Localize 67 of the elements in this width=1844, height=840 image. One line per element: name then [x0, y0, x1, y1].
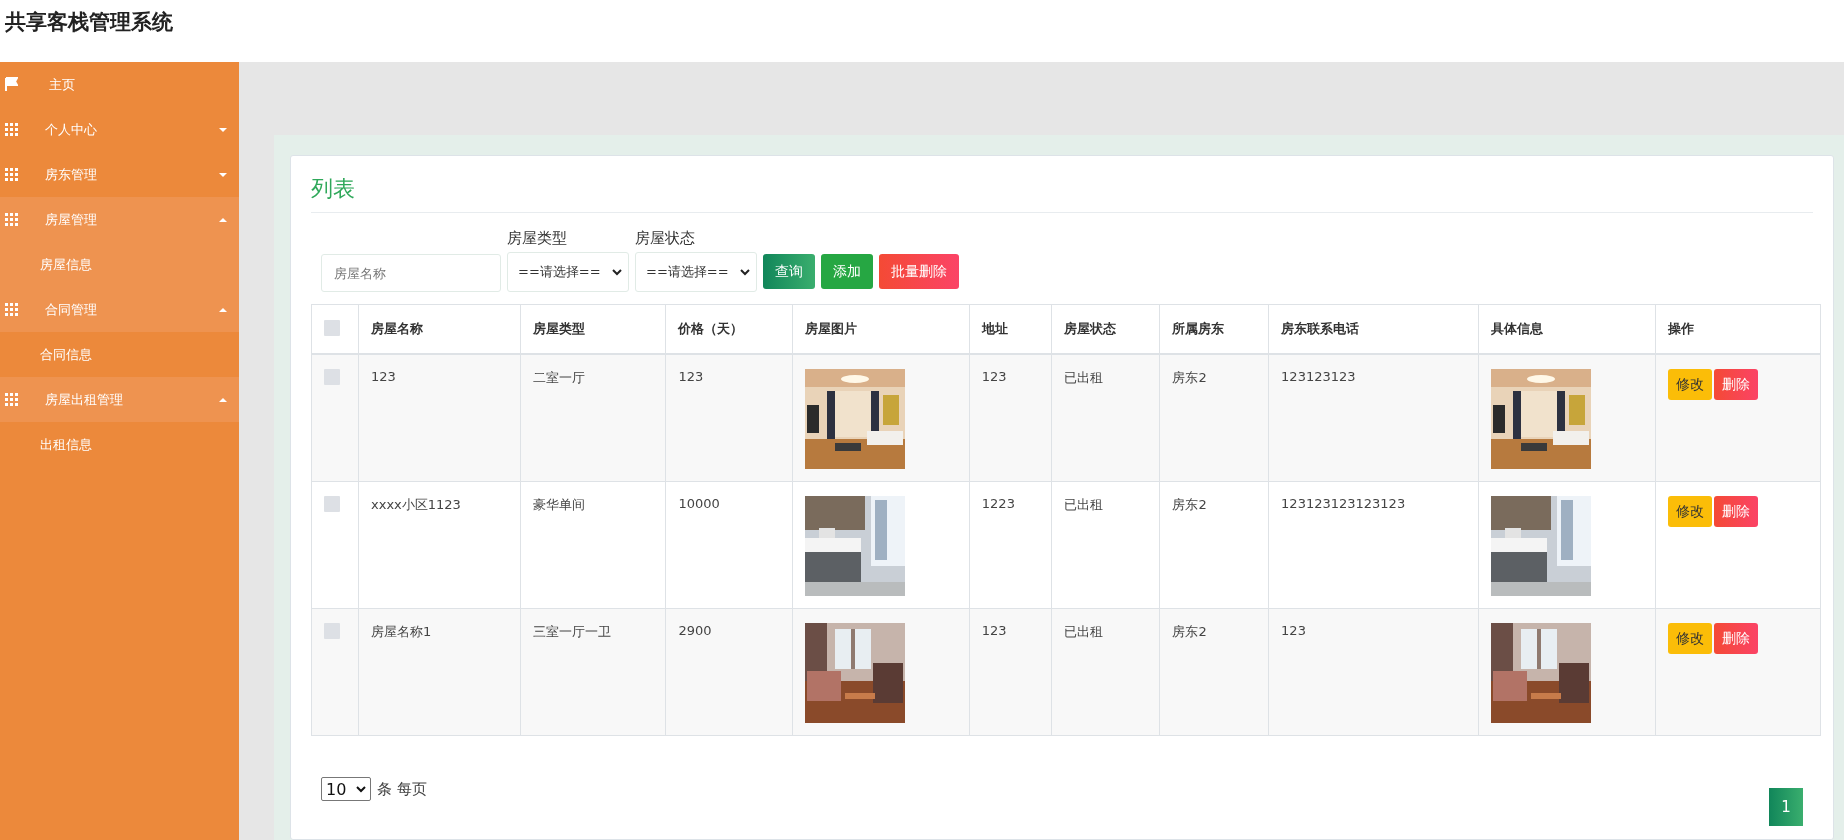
page-size-select[interactable]: 10 [321, 777, 371, 801]
table-cell: xxxx小区1123 [358, 481, 521, 609]
page-button[interactable]: 1 [1769, 788, 1803, 826]
table-cell: 10000 [665, 481, 793, 609]
row-checkbox[interactable] [324, 623, 340, 639]
row-checkbox[interactable] [324, 496, 340, 512]
table-cell: 房屋名称1 [358, 608, 521, 736]
search-field[interactable]: 房屋名称 [321, 254, 501, 292]
filter-label: 房屋类型 [507, 229, 568, 248]
caret-icon [219, 172, 227, 177]
caret-icon [219, 217, 227, 222]
table-cell: 123 [1268, 608, 1479, 736]
table-cell: 123123123 [1268, 354, 1479, 482]
app-title: 共享客栈管理系统 [5, 9, 173, 36]
edit-button[interactable]: 修改 [1667, 369, 1712, 400]
sidebar-subitem[interactable]: 出租信息 [0, 422, 239, 467]
table-cell: 123 [665, 354, 793, 482]
table-cell: 房东2 [1159, 481, 1269, 609]
batch-delete-button[interactable]: 批量删除 [879, 254, 959, 289]
panel-title: 列表 [311, 174, 1813, 213]
table-cell: 房东2 [1159, 608, 1269, 736]
sidebar-item[interactable]: 合同管理 [0, 287, 239, 332]
delete-button[interactable]: 删除 [1713, 496, 1758, 527]
grid-icon [5, 167, 18, 182]
grid-icon [5, 302, 18, 317]
sidebar-item[interactable]: 主页 [0, 62, 239, 107]
grid-icon [5, 122, 18, 137]
table-cell: 123123123123123 [1268, 481, 1479, 609]
chevron-down-icon [356, 785, 366, 793]
chevron-down-icon [612, 268, 622, 276]
page-size-label: 条 每页 [377, 779, 427, 799]
table-cell: 已出租 [1051, 481, 1160, 609]
sidebar-item[interactable]: 房屋管理 [0, 197, 239, 242]
delete-button[interactable]: 删除 [1713, 623, 1758, 654]
grid-icon [5, 392, 18, 407]
table-cell: 豪华单间 [520, 481, 666, 609]
table-cell: 已出租 [1051, 354, 1160, 482]
table-cell: 已出租 [1051, 608, 1160, 736]
table-cell: 123 [969, 608, 1052, 736]
sidebar-subitem[interactable]: 合同信息 [0, 332, 239, 377]
edit-button[interactable]: 修改 [1667, 496, 1712, 527]
dropdown[interactable]: ==请选择== [507, 252, 629, 292]
sidebar-item[interactable]: 个人中心 [0, 107, 239, 152]
chevron-down-icon [740, 268, 750, 276]
caret-icon [219, 127, 227, 132]
table-cell: 二室一厅 [520, 354, 666, 482]
table-cell: 三室一厅一卫 [520, 608, 666, 736]
grid-icon [5, 212, 18, 227]
sidebar-item[interactable]: 房东管理 [0, 152, 239, 197]
caret-icon [219, 307, 227, 312]
sidebar-subitem[interactable]: 房屋信息 [0, 242, 239, 287]
table-cell: 1223 [969, 481, 1052, 609]
flag-icon [5, 77, 18, 92]
select-all-checkbox[interactable] [324, 319, 340, 336]
table-cell: 123 [358, 354, 521, 482]
sidebar-item[interactable]: 房屋出租管理 [0, 377, 239, 422]
edit-button[interactable]: 修改 [1667, 623, 1712, 654]
search-button[interactable]: 查询 [763, 254, 815, 289]
caret-icon [219, 397, 227, 402]
table-cell: 2900 [665, 608, 793, 736]
delete-button[interactable]: 删除 [1713, 369, 1758, 400]
row-checkbox[interactable] [324, 369, 340, 385]
dropdown[interactable]: ==请选择== [635, 252, 757, 292]
filter-label: 房屋状态 [635, 229, 696, 248]
add-button[interactable]: 添加 [821, 254, 873, 289]
table-cell: 123 [969, 354, 1052, 482]
table-cell: 房东2 [1159, 354, 1269, 482]
